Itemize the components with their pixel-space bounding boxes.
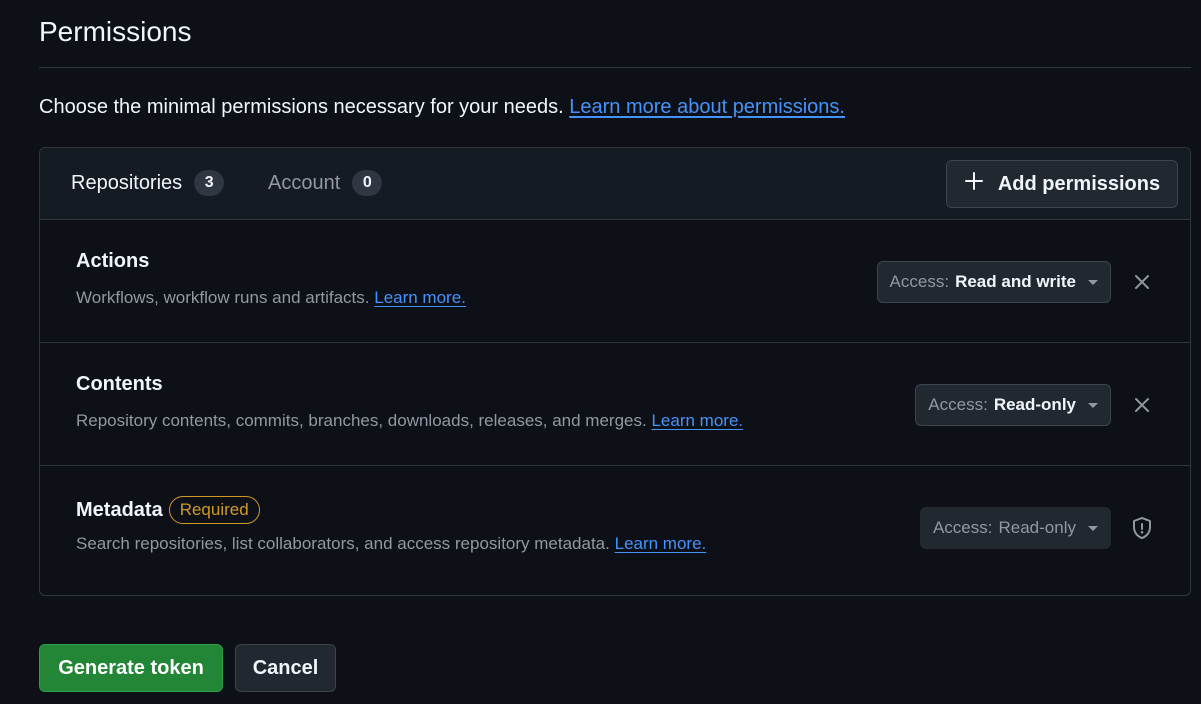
repositories-count-badge: 3 — [194, 170, 225, 196]
learn-more-link[interactable]: Learn more. — [651, 411, 743, 430]
learn-more-permissions-link[interactable]: Learn more about permissions. — [569, 96, 845, 118]
tab-repositories[interactable]: Repositories 3 — [71, 170, 225, 196]
permission-description: Repository contents, commits, branches, … — [76, 411, 743, 431]
tab-account[interactable]: Account 0 — [268, 170, 383, 196]
plus-icon — [964, 171, 984, 197]
remove-permission-button[interactable] — [1130, 270, 1154, 294]
access-value: Read-only — [993, 395, 1076, 414]
permission-row-actions: Actions Workflows, workflow runs and art… — [40, 220, 1190, 343]
tab-repositories-label: Repositories — [71, 171, 183, 194]
permissions-panel: Repositories 3 Account 0 Add permissions… — [39, 147, 1191, 596]
chevron-down-icon — [1088, 279, 1098, 285]
permission-description-text: Search repositories, list collaborators,… — [76, 534, 610, 553]
intro-description: Choose the minimal permissions necessary… — [39, 96, 564, 118]
access-value: Read and write — [955, 272, 1076, 291]
permission-title: Actions — [76, 250, 149, 273]
chevron-down-icon — [1088, 525, 1098, 531]
permission-title-text: Metadata — [76, 498, 163, 521]
account-count-badge: 0 — [352, 170, 383, 196]
shield-lock-icon — [1130, 516, 1154, 540]
generate-token-button[interactable]: Generate token — [39, 644, 223, 692]
permission-title: Metadata Required — [76, 496, 260, 524]
access-dropdown-actions[interactable]: Access: Read and write — [876, 261, 1111, 303]
permission-title-text: Actions — [76, 250, 150, 272]
learn-more-link[interactable]: Learn more. — [615, 534, 707, 553]
page-title: Permissions — [39, 16, 192, 47]
permission-description-text: Workflows, workflow runs and artifacts. — [76, 288, 370, 307]
access-value: Read-only — [998, 518, 1077, 537]
access-prefix: Access: — [932, 518, 993, 537]
add-permissions-label: Add permissions — [997, 172, 1161, 195]
learn-more-link[interactable]: Learn more. — [374, 288, 466, 307]
permission-row-metadata: Metadata Required Search repositories, l… — [40, 466, 1190, 589]
permission-row-contents: Contents Repository contents, commits, b… — [40, 343, 1190, 466]
tab-account-label: Account — [268, 171, 341, 194]
intro-text: Choose the minimal permissions necessary… — [39, 96, 845, 119]
access-prefix: Access: — [889, 272, 950, 291]
add-permissions-button[interactable]: Add permissions — [946, 160, 1178, 208]
access-dropdown-metadata: Access: Read-only — [919, 507, 1111, 549]
permission-description: Workflows, workflow runs and artifacts. … — [76, 288, 466, 308]
chevron-down-icon — [1088, 402, 1098, 408]
close-icon — [1135, 398, 1149, 412]
remove-permission-button[interactable] — [1130, 393, 1154, 417]
access-dropdown-contents[interactable]: Access: Read-only — [915, 384, 1111, 426]
title-divider — [39, 67, 1191, 68]
permission-title-text: Contents — [76, 373, 163, 395]
permission-description: Search repositories, list collaborators,… — [76, 534, 706, 554]
permissions-panel-header: Repositories 3 Account 0 Add permissions — [40, 148, 1190, 220]
permission-title: Contents — [76, 373, 163, 396]
permission-description-text: Repository contents, commits, branches, … — [76, 411, 647, 430]
cancel-button[interactable]: Cancel — [235, 644, 336, 692]
required-badge: Required — [168, 496, 260, 524]
close-icon — [1135, 275, 1149, 289]
access-prefix: Access: — [928, 395, 988, 414]
